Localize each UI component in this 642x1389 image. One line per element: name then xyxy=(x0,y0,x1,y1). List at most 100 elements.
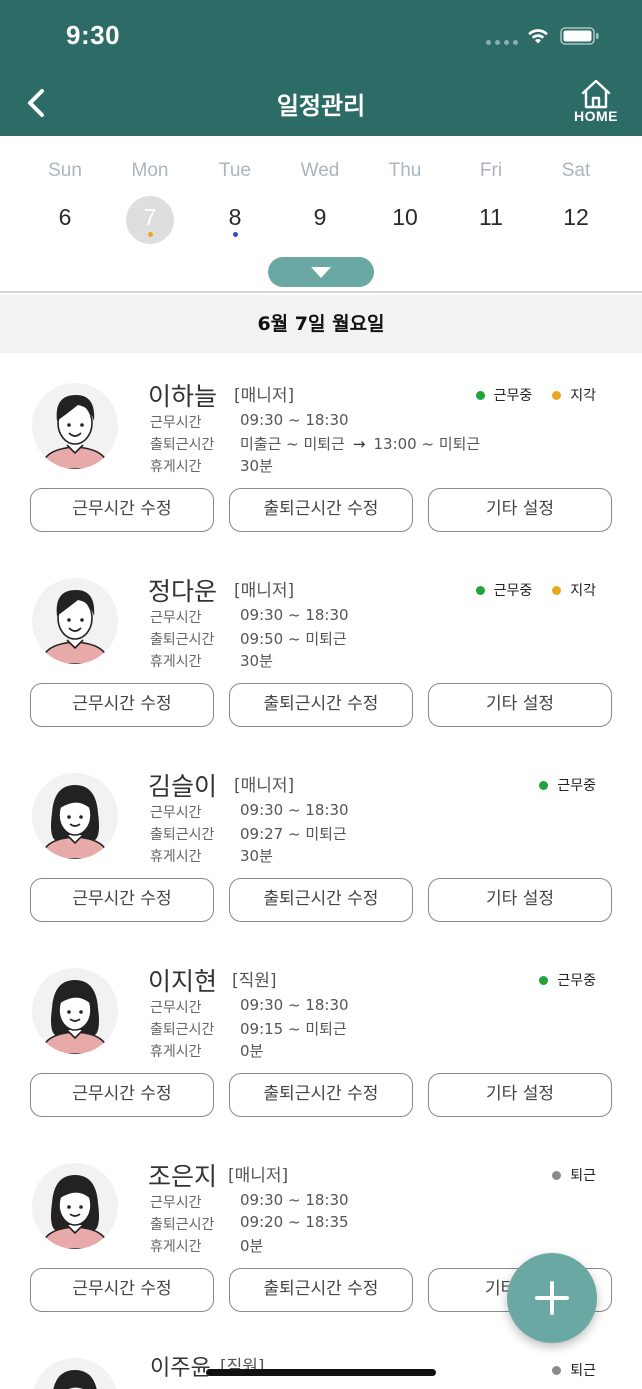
female-avatar-icon xyxy=(41,785,109,859)
edit-work-hours-button[interactable]: 근무시간 수정 xyxy=(30,488,214,532)
day-name: Sat xyxy=(561,160,591,181)
break-value: 0분 xyxy=(240,1237,264,1255)
employee-name: 정다운 xyxy=(148,577,218,606)
female-avatar-icon xyxy=(41,1175,109,1249)
selected-date-header: 6월 7일 월요일 xyxy=(0,295,642,353)
wifi-icon xyxy=(528,29,548,44)
avatar xyxy=(32,773,118,859)
avatar xyxy=(32,578,118,664)
home-button[interactable]: HOME xyxy=(566,78,626,132)
work-hours-value: 09:30 ~ 18:30 xyxy=(240,1191,349,1209)
status-badges: 근무중 지각 xyxy=(475,580,596,600)
avatar xyxy=(32,968,118,1054)
break-value: 30분 xyxy=(240,847,273,865)
day-name: Fri xyxy=(479,160,503,181)
label-break: 휴게시간 xyxy=(150,1044,202,1060)
status-badge: 근무중 xyxy=(475,385,532,405)
label-break: 휴게시간 xyxy=(150,654,202,670)
status-badge: 근무중 xyxy=(539,970,596,990)
plus-icon xyxy=(535,1281,569,1315)
status-badges: 근무중 지각 xyxy=(475,385,596,405)
other-settings-button[interactable]: 기타 설정 xyxy=(428,683,612,727)
employee-name: 조은지 xyxy=(148,1162,218,1191)
commute-value: 09:50 ~ 미퇴근 xyxy=(240,630,347,648)
day-number: 10 xyxy=(392,204,418,230)
status-badges: 근무중 xyxy=(539,775,596,795)
cellular-signal-icon xyxy=(486,40,518,45)
break-value: 0분 xyxy=(240,1042,264,1060)
week-calendar: Sun 6 Mon 7 Tue 8 Wed 9 Thu 10 Fri 11 Sa… xyxy=(0,136,642,293)
edit-work-hours-button[interactable]: 근무시간 수정 xyxy=(30,683,214,727)
male-avatar-icon xyxy=(41,590,109,664)
label-commute: 출퇴근시간 xyxy=(150,1022,215,1038)
battery-icon xyxy=(560,27,599,45)
day-name: Wed xyxy=(300,160,340,181)
status-badge: 지각 xyxy=(552,580,596,600)
label-work-hours: 근무시간 xyxy=(150,610,202,626)
status-badge: 근무중 xyxy=(539,775,596,795)
label-break: 휴게시간 xyxy=(150,849,202,865)
day-number: 11 xyxy=(479,204,503,230)
day-number: 8 xyxy=(228,204,242,230)
edit-commute-button[interactable]: 출퇴근시간 수정 xyxy=(229,488,413,532)
avatar xyxy=(32,383,118,469)
work-hours-value: 09:30 ~ 18:30 xyxy=(240,411,349,429)
add-schedule-button[interactable] xyxy=(507,1253,597,1343)
home-icon xyxy=(581,79,611,109)
edit-work-hours-button[interactable]: 근무시간 수정 xyxy=(30,878,214,922)
employee-name: 김슬이 xyxy=(148,772,218,801)
status-badge: 퇴근 xyxy=(552,1360,596,1380)
edit-work-hours-button[interactable]: 근무시간 수정 xyxy=(30,1268,214,1312)
work-hours-value: 09:30 ~ 18:30 xyxy=(240,606,349,624)
status-badges: 퇴근 xyxy=(552,1360,596,1380)
day-number: 12 xyxy=(563,204,589,230)
work-hours-value: 09:30 ~ 18:30 xyxy=(240,801,349,819)
label-work-hours: 근무시간 xyxy=(150,415,202,431)
commute-value: 09:20 ~ 18:35 xyxy=(240,1213,349,1231)
female-avatar-icon xyxy=(41,980,109,1054)
label-commute: 출퇴근시간 xyxy=(150,437,215,453)
male-avatar-icon xyxy=(41,395,109,469)
edit-commute-button[interactable]: 출퇴근시간 수정 xyxy=(229,878,413,922)
expand-calendar-button[interactable] xyxy=(268,257,374,287)
label-break: 휴게시간 xyxy=(150,459,202,475)
page-title: 일정관리 xyxy=(276,92,366,120)
home-label: HOME xyxy=(574,108,618,124)
arrow-right-icon: → xyxy=(352,435,366,453)
status-badge: 퇴근 xyxy=(552,1165,596,1185)
status-badges: 근무중 xyxy=(539,970,596,990)
home-indicator xyxy=(206,1369,436,1376)
label-work-hours: 근무시간 xyxy=(150,1000,202,1016)
female-avatar-icon xyxy=(53,1370,97,1389)
day-number: 9 xyxy=(313,204,327,230)
commute-value: 미출근 ~ 미퇴근 → 13:00 ~ 미퇴근 xyxy=(240,435,481,453)
employee-role: [직원] xyxy=(232,971,277,991)
other-settings-button[interactable]: 기타 설정 xyxy=(428,488,612,532)
employee-role: [매니저] xyxy=(234,386,295,406)
label-work-hours: 근무시간 xyxy=(150,1195,202,1211)
edit-commute-button[interactable]: 출퇴근시간 수정 xyxy=(229,1268,413,1312)
employee-card: 이하늘 [매니저] 근무중 지각 근무시간 09:30 ~ 18:30 출퇴근시… xyxy=(0,353,642,548)
label-break: 휴게시간 xyxy=(150,1239,202,1255)
status-badge: 근무중 xyxy=(475,580,532,600)
label-commute: 출퇴근시간 xyxy=(150,632,215,648)
employee-card: 이지현 [직원] 근무중 근무시간 09:30 ~ 18:30 출퇴근시간 09… xyxy=(0,938,642,1133)
employee-name: 이지현 xyxy=(148,967,218,996)
day-name: Mon xyxy=(131,160,169,181)
app-header: 9:30 일정관리 HOME xyxy=(0,0,642,136)
day-name: Tue xyxy=(218,160,252,181)
status-badge: 지각 xyxy=(552,385,596,405)
edit-commute-button[interactable]: 출퇴근시간 수정 xyxy=(229,683,413,727)
label-work-hours: 근무시간 xyxy=(150,805,202,821)
other-settings-button[interactable]: 기타 설정 xyxy=(428,1073,612,1117)
commute-value: 09:15 ~ 미퇴근 xyxy=(240,1020,347,1038)
day-number: 6 xyxy=(58,204,72,230)
employee-role: [매니저] xyxy=(234,581,295,601)
work-hours-value: 09:30 ~ 18:30 xyxy=(240,996,349,1014)
status-time: 9:30 xyxy=(66,20,121,50)
avatar xyxy=(32,1358,118,1389)
schedule-dot xyxy=(148,232,153,237)
edit-commute-button[interactable]: 출퇴근시간 수정 xyxy=(229,1073,413,1117)
edit-work-hours-button[interactable]: 근무시간 수정 xyxy=(30,1073,214,1117)
other-settings-button[interactable]: 기타 설정 xyxy=(428,878,612,922)
